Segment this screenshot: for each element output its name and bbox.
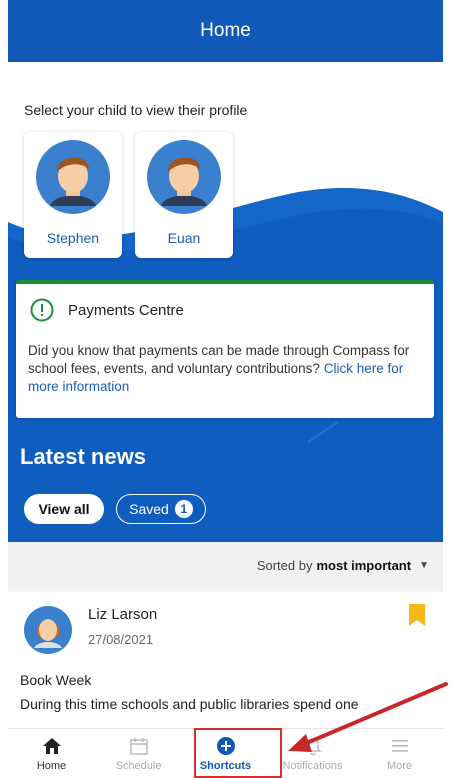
payments-title: Payments Centre [68,302,184,319]
select-child-prompt: Select your child to view their profile [24,102,248,118]
author-avatar-icon [24,606,72,654]
bell-icon [303,738,322,756]
nav-more[interactable]: More [356,729,443,778]
saved-count-badge: 1 [174,500,193,518]
post-body: During this time schools and public libr… [20,696,359,712]
app-frame: Home Select your child to view their pro… [8,0,443,778]
child-name: Stephen [46,230,100,246]
sort-prefix: Sorted by [256,557,313,573]
menu-icon [391,740,408,752]
bookmark-icon[interactable] [409,604,425,626]
sort-selector[interactable]: Sorted by most important ▼ [8,542,443,588]
view-all-label: View all [38,501,90,517]
child-card-euan[interactable]: Euan [135,132,233,258]
nav-notifications[interactable]: Notifications [269,729,356,778]
post-title: Book Week [20,672,92,688]
info-exclamation-icon [30,298,54,322]
home-icon [42,738,61,754]
child-card-stephen[interactable]: Stephen [24,132,122,258]
nav-schedule[interactable]: Schedule [95,729,182,778]
nav-schedule-label: Schedule [115,760,162,772]
saved-button[interactable]: Saved 1 [116,494,206,524]
calendar-icon [129,738,148,755]
app-header: Home [8,0,443,62]
page-title: Home [200,20,251,41]
child-name: Euan [167,230,201,246]
nav-home-label: Home [36,760,67,772]
caret-down-icon: ▼ [419,559,429,571]
child-avatar-icon [147,140,221,214]
nav-notifications-label: Notifications [282,760,343,772]
view-all-button[interactable]: View all [24,494,104,524]
post-author: Liz Larson [88,606,158,623]
hero-section: Select your child to view their profile … [8,62,443,542]
news-post-card[interactable]: Liz Larson 27/08/2021 Book Week During t… [8,592,443,728]
child-avatar-icon [36,140,110,214]
sort-value: most important [316,557,412,573]
nav-more-label: More [386,760,413,772]
nav-home[interactable]: Home [8,729,95,778]
shortcuts-highlight-box [194,728,282,778]
saved-label: Saved [129,501,169,517]
payments-body: Did you know that payments can be made t… [28,342,424,396]
post-date: 27/08/2021 [88,632,154,647]
latest-news-heading: Latest news [20,444,146,469]
payments-card: Payments Centre Did you know that paymen… [16,280,434,418]
